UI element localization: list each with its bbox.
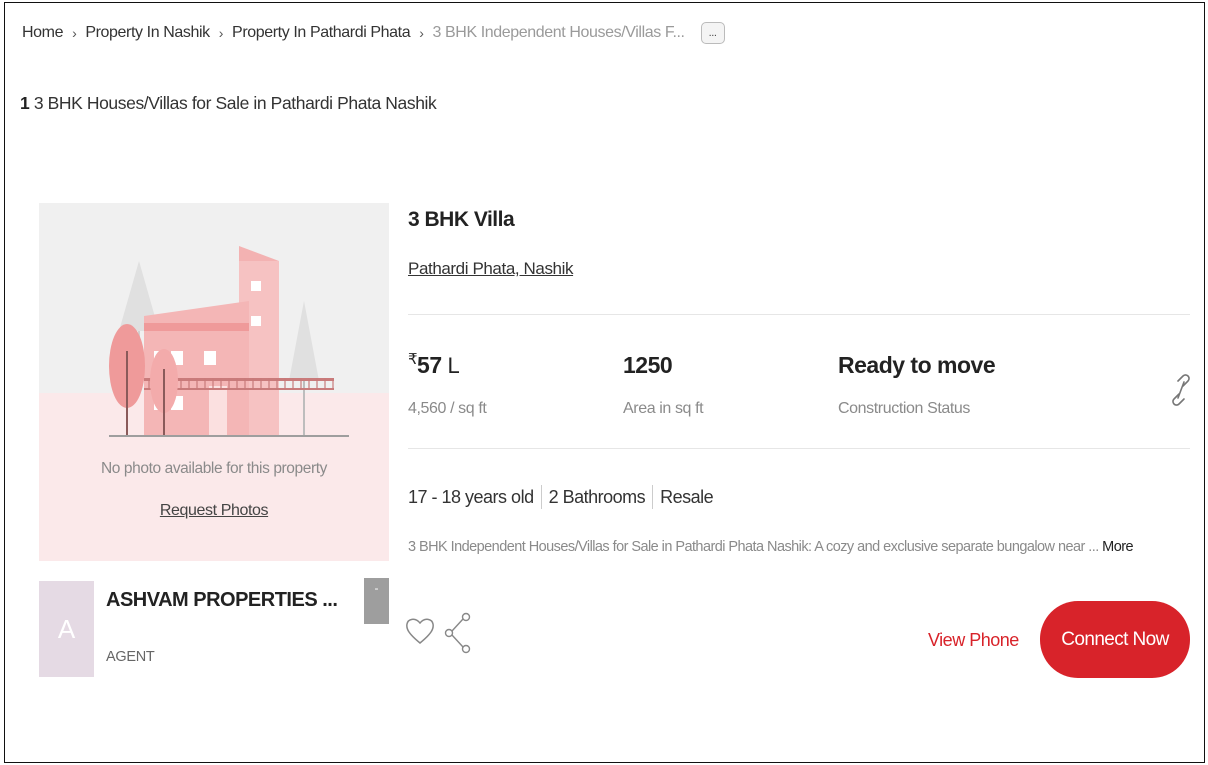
rupee-symbol: ₹ [408, 351, 418, 368]
link-icon[interactable] [1170, 374, 1192, 406]
breadcrumb: Home › Property In Nashik › Property In … [22, 22, 725, 44]
feature-separator [652, 485, 654, 509]
view-phone-button[interactable]: View Phone [928, 630, 1019, 651]
feature-age: 17 - 18 years old [408, 486, 534, 507]
feature-separator [540, 485, 542, 509]
divider [408, 448, 1190, 449]
property-features: 17 - 18 years old 2 Bathrooms Resale [408, 485, 714, 509]
feature-bathrooms: 2 Bathrooms [548, 486, 646, 507]
chevron-right-icon: › [419, 25, 424, 41]
agent-avatar: A [39, 581, 94, 677]
property-title[interactable]: 3 BHK Villa [408, 208, 515, 232]
chevron-right-icon: › [72, 25, 77, 41]
agent-badge: - [364, 578, 389, 624]
price-amount: 57 [417, 352, 442, 378]
share-icon[interactable] [444, 612, 472, 654]
result-count-heading: 1 3 BHK Houses/Villas for Sale in Pathar… [20, 93, 437, 114]
divider [408, 314, 1190, 315]
result-count-text: 3 BHK Houses/Villas for Sale in Pathardi… [33, 93, 437, 113]
chevron-right-icon: › [218, 25, 224, 41]
description-more-link[interactable]: More [1102, 539, 1133, 555]
breadcrumb-home[interactable]: Home [22, 24, 63, 42]
request-photos-link[interactable]: Request Photos [39, 502, 389, 520]
property-locality-link[interactable]: Pathardi Phata, Nashik [408, 259, 573, 279]
price-value: ₹57 L [408, 351, 460, 379]
construction-status-value: Ready to move [838, 352, 996, 378]
agent-card[interactable]: A ASHVAM PROPERTIES ... AGENT - [39, 576, 389, 677]
price-unit: L [447, 353, 460, 378]
feature-transaction: Resale [660, 486, 714, 507]
property-photo-placeholder[interactable]: No photo available for this property Req… [39, 203, 389, 561]
breadcrumb-more-button[interactable]: ... [700, 22, 725, 44]
agent-role: AGENT [106, 649, 155, 665]
house-placeholder-illustration [109, 246, 349, 437]
construction-status-label: Construction Status [838, 400, 971, 417]
no-photo-text: No photo available for this property [101, 460, 327, 477]
area-value: 1250 [623, 352, 673, 378]
result-count-number: 1 [20, 93, 30, 113]
description-text: 3 BHK Independent Houses/Villas for Sale… [408, 539, 1099, 555]
breadcrumb-current: 3 BHK Independent Houses/Villas F... [432, 24, 685, 41]
agent-name[interactable]: ASHVAM PROPERTIES ... [106, 589, 338, 612]
breadcrumb-property-in-pathardi-phata[interactable]: Property In Pathardi Phata [232, 24, 411, 42]
property-description: 3 BHK Independent Houses/Villas for Sale… [408, 539, 1134, 555]
connect-now-button[interactable]: Connect Now [1040, 601, 1190, 678]
heart-icon[interactable] [405, 617, 435, 645]
breadcrumb-property-in-nashik[interactable]: Property In Nashik [85, 24, 210, 42]
price-per-sqft: 4,560 / sq ft [408, 400, 487, 417]
area-label: Area in sq ft [623, 400, 704, 417]
